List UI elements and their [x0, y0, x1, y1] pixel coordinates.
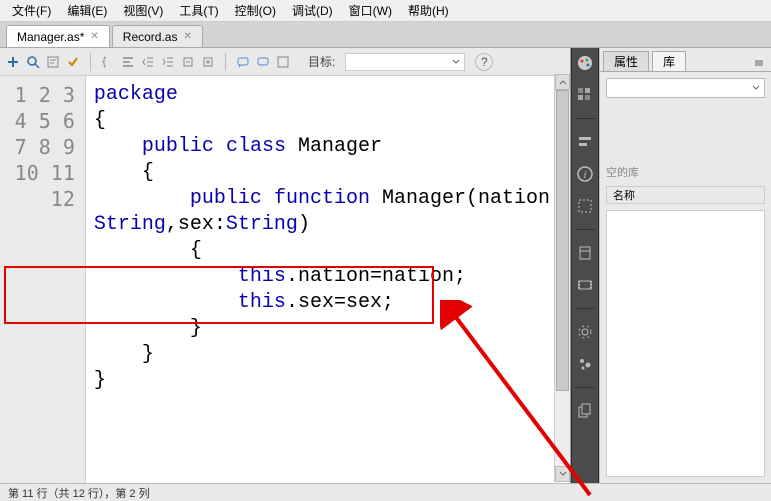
brace: { — [94, 161, 154, 184]
add-icon[interactable] — [6, 55, 20, 69]
brush-icon[interactable] — [576, 355, 594, 373]
bookmark-icon[interactable] — [276, 55, 290, 69]
tab-library[interactable]: 库 — [652, 51, 686, 71]
panel-menu-icon[interactable] — [751, 55, 767, 71]
menu-help[interactable]: 帮助(H) — [400, 0, 457, 21]
scroll-up-icon[interactable] — [555, 74, 570, 90]
transform-icon[interactable] — [576, 197, 594, 215]
kw-public: public — [190, 187, 262, 210]
library-icon[interactable] — [576, 244, 594, 262]
editor-pane: 目标: ? 1 2 3 4 5 6 7 8 9 10 11 12 package… — [0, 48, 571, 483]
brace: } — [94, 369, 106, 392]
code-content[interactable]: package { public class Manager { public … — [86, 76, 570, 483]
menu-view[interactable]: 视图(V) — [115, 0, 171, 21]
stmt: .nation=nation; — [286, 265, 466, 288]
hint-icon[interactable] — [46, 55, 60, 69]
line-gutter: 1 2 3 4 5 6 7 8 9 10 11 12 — [0, 76, 86, 483]
palette-icon[interactable] — [576, 54, 594, 72]
args: ,sex: — [166, 213, 226, 236]
info-icon[interactable]: i — [576, 165, 594, 183]
format-icon[interactable] — [121, 55, 135, 69]
expand-icon[interactable] — [201, 55, 215, 69]
indent-icon[interactable] — [161, 55, 175, 69]
library-list[interactable] — [606, 210, 765, 477]
class-name: Manager — [298, 135, 382, 158]
fn-name: Manager — [382, 187, 466, 210]
tab-properties[interactable]: 属性 — [603, 51, 649, 71]
target-label: 目标: — [308, 53, 335, 70]
collapse-icon[interactable] — [181, 55, 195, 69]
chevron-down-icon — [752, 84, 760, 92]
tab-label: Manager.as* — [17, 30, 84, 44]
menu-window[interactable]: 窗口(W) — [341, 0, 400, 21]
brace: { — [94, 239, 202, 262]
tab-manager[interactable]: Manager.as* ✕ — [6, 25, 110, 47]
menu-edit[interactable]: 编辑(E) — [59, 0, 115, 21]
svg-text:i: i — [583, 169, 586, 181]
search-icon[interactable] — [26, 55, 40, 69]
settings-icon[interactable] — [576, 323, 594, 341]
kw-public: public — [142, 135, 214, 158]
kw-class: class — [226, 135, 286, 158]
tab-record[interactable]: Record.as ✕ — [112, 25, 203, 47]
movie-icon[interactable] — [576, 276, 594, 294]
scroll-thumb[interactable] — [556, 90, 569, 391]
comment-icon[interactable] — [236, 55, 250, 69]
brace-icon[interactable] — [101, 55, 115, 69]
swatches-icon[interactable] — [576, 86, 594, 104]
status-text: 第 11 行（共 12 行），第 2 列 — [8, 485, 150, 501]
scroll-track[interactable] — [555, 90, 570, 466]
uncomment-icon[interactable] — [256, 55, 270, 69]
stmt: .sex=sex; — [286, 291, 394, 314]
brace: { — [94, 109, 106, 132]
kw-this: this — [238, 265, 286, 288]
code-toolbar: 目标: ? — [0, 48, 570, 76]
brace: } — [94, 317, 202, 340]
outdent-icon[interactable] — [141, 55, 155, 69]
column-name[interactable]: 名称 — [606, 186, 765, 204]
kw-function: function — [274, 187, 370, 210]
args: (nation: — [466, 187, 562, 210]
close-icon[interactable]: ✕ — [183, 31, 191, 42]
scrollbar-vertical[interactable] — [554, 74, 570, 482]
target-dropdown[interactable] — [345, 53, 465, 71]
scroll-down-icon[interactable] — [555, 466, 570, 482]
tab-label: Record.as — [123, 30, 178, 44]
side-toolbar: i — [571, 48, 599, 483]
menu-control[interactable]: 控制(O) — [227, 0, 284, 21]
panel-tabs: 属性 库 — [600, 48, 771, 72]
menu-tools[interactable]: 工具(T) — [171, 0, 226, 21]
menu-bar: 文件(F) 编辑(E) 视图(V) 工具(T) 控制(O) 调试(D) 窗口(W… — [0, 0, 771, 22]
status-bar: 第 11 行（共 12 行），第 2 列 — [0, 483, 771, 501]
type: String — [226, 213, 298, 236]
document-tab-bar: Manager.as* ✕ Record.as ✕ — [0, 22, 771, 48]
menu-file[interactable]: 文件(F) — [4, 0, 59, 21]
close-icon[interactable]: ✕ — [90, 31, 98, 42]
args: ) — [298, 213, 310, 236]
check-icon[interactable] — [66, 55, 80, 69]
files-icon[interactable] — [576, 402, 594, 420]
code-area[interactable]: 1 2 3 4 5 6 7 8 9 10 11 12 package { pub… — [0, 76, 570, 483]
library-select[interactable] — [606, 78, 765, 98]
empty-library-label: 空的库 — [606, 164, 765, 180]
help-button[interactable]: ? — [475, 53, 493, 71]
align-icon[interactable] — [576, 133, 594, 151]
menu-debug[interactable]: 调试(D) — [284, 0, 341, 21]
brace: } — [94, 343, 154, 366]
chevron-down-icon — [452, 58, 460, 66]
type: String — [94, 213, 166, 236]
kw-this: this — [238, 291, 286, 314]
right-panel: 属性 库 空的库 名称 — [599, 48, 771, 483]
kw-package: package — [94, 83, 178, 106]
